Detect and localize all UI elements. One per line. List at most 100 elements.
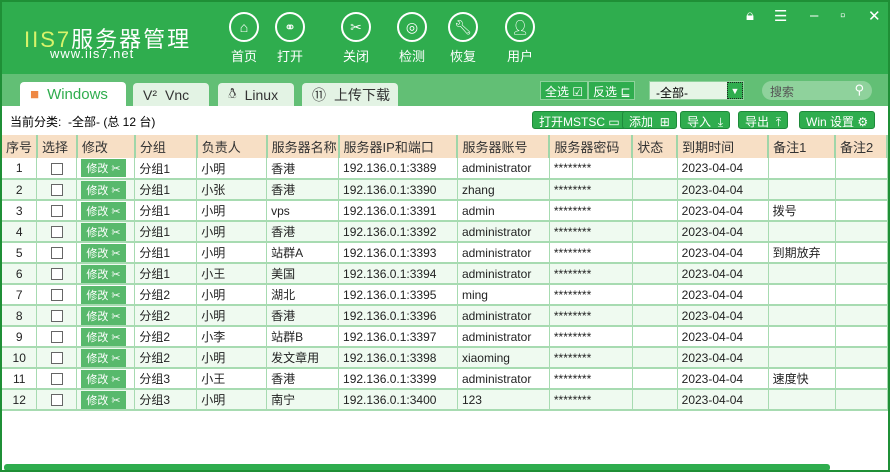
cell: 分组1 <box>134 263 198 285</box>
column-header[interactable]: 服务器名称 <box>266 135 340 158</box>
cell: zhang <box>457 179 550 201</box>
edit-button[interactable]: 修改 ✂ <box>81 159 126 177</box>
row-checkbox[interactable] <box>50 331 63 344</box>
row-checkbox[interactable] <box>50 373 63 386</box>
column-header[interactable]: 服务器IP和端口 <box>338 135 459 158</box>
cell <box>835 284 888 306</box>
column-header[interactable]: 服务器密码 <box>549 135 634 158</box>
edit-button[interactable]: 修改 ✂ <box>81 285 126 303</box>
transfer-icon: ⑪ <box>312 86 326 103</box>
nav-link[interactable]: ⚭ 打开 <box>265 12 315 65</box>
cell: ******** <box>549 368 633 390</box>
edit-button[interactable]: 修改 ✂ <box>81 201 126 219</box>
cell: 192.136.0.1:3395 <box>338 284 458 306</box>
table-row[interactable]: 4 修改 ✂ 分组1 小明 香港 192.136.0.1:3392 administrato… <box>2 221 888 243</box>
cell: 到期放弃 <box>768 242 836 264</box>
row-checkbox[interactable] <box>50 247 63 260</box>
maximize-button[interactable]: ▫ <box>840 7 845 24</box>
column-header[interactable]: 序号 <box>2 135 38 158</box>
nav-wrench[interactable]: 🔧︎ 恢复 <box>438 12 488 65</box>
table-row[interactable]: 2 修改 ✂ 分组1 小张 香港 192.136.0.1:3390 zhang *******… <box>2 179 888 201</box>
edit-button[interactable]: 修改 ✂ <box>81 327 126 345</box>
add-button[interactable]: 添加 ⊞ <box>622 111 677 129</box>
tools-icon: ✂ <box>111 205 121 218</box>
edit-button[interactable]: 修改 ✂ <box>81 264 126 282</box>
export-button[interactable]: 导出 ⤒ <box>738 111 788 129</box>
table-row[interactable]: 9 修改 ✂ 分组2 小李 站群B 192.136.0.1:3397 administrat… <box>2 326 888 348</box>
row-checkbox[interactable] <box>50 184 63 197</box>
table-row[interactable]: 1 修改 ✂ 分组1 小明 香港 192.136.0.1:3389 administrato… <box>2 158 888 180</box>
cell: 香港 <box>266 305 340 327</box>
row-checkbox[interactable] <box>50 394 63 407</box>
select-all-button[interactable]: 全选 ☑ <box>540 81 589 100</box>
close-button[interactable]: ✕ <box>868 7 881 25</box>
search-input[interactable]: 搜索 ⚲ <box>762 81 872 100</box>
edit-button[interactable]: 修改 ✂ <box>81 180 126 198</box>
table-row[interactable]: 8 修改 ✂ 分组2 小明 香港 192.136.0.1:3396 administrato… <box>2 305 888 327</box>
cell: 站群B <box>266 326 340 348</box>
column-header[interactable]: 服务器账号 <box>457 135 551 158</box>
minimize-button[interactable]: – <box>810 7 818 24</box>
group-select[interactable]: -全部- ▼ <box>649 81 744 100</box>
row-checkbox[interactable] <box>50 226 63 239</box>
table-row[interactable]: 10 修改 ✂ 分组2 小明 发文章用 192.136.0.1:3398 xiaoming *… <box>2 347 888 369</box>
edit-button[interactable]: 修改 ✂ <box>81 222 126 240</box>
column-header[interactable]: 状态 <box>632 135 679 158</box>
cell <box>768 305 836 327</box>
cell: administrator <box>457 326 550 348</box>
table-row[interactable]: 7 修改 ✂ 分组2 小明 湖北 192.136.0.1:3395 ming ********… <box>2 284 888 306</box>
edit-button[interactable]: 修改 ✂ <box>81 243 126 261</box>
row-checkbox[interactable] <box>50 162 63 175</box>
cell: ******** <box>549 326 633 348</box>
row-checkbox[interactable] <box>50 268 63 281</box>
tab-Windows[interactable]: ■ Windows <box>20 82 126 106</box>
column-header[interactable]: 修改 <box>76 135 136 158</box>
cell: ******** <box>549 263 633 285</box>
horizontal-scrollbar[interactable] <box>4 464 830 470</box>
edit-button[interactable]: 修改 ✂ <box>81 348 126 366</box>
column-header[interactable]: 分组 <box>134 135 198 158</box>
nav-home[interactable]: ⌂ 首页 <box>219 12 269 65</box>
cell <box>632 389 678 411</box>
cell: 小明 <box>196 158 268 180</box>
edit-button[interactable]: 修改 ✂ <box>81 369 126 387</box>
tab-Linux[interactable]: 🐧︎ Linux <box>218 83 294 106</box>
invert-select-button[interactable]: 反选 ⊑ <box>588 81 636 100</box>
win-settings-button[interactable]: Win 设置 ⚙ <box>799 111 876 129</box>
row-checkbox[interactable] <box>50 205 63 218</box>
tab-上传下载[interactable]: ⑪ 上传下载 <box>302 83 398 106</box>
row-checkbox[interactable] <box>50 310 63 323</box>
cell: 192.136.0.1:3393 <box>338 242 458 264</box>
edit-button[interactable]: 修改 ✂ <box>81 390 126 408</box>
table-row[interactable]: 12 修改 ✂ 分组3 小明 南宁 192.136.0.1:3400 123 ********… <box>2 389 888 411</box>
cell: 123 <box>457 389 550 411</box>
column-header[interactable]: 到期时间 <box>677 135 770 158</box>
tools-icon: ✂ <box>111 352 121 365</box>
row-checkbox[interactable] <box>50 352 63 365</box>
table-row[interactable]: 6 修改 ✂ 分组1 小王 美国 192.136.0.1:3394 administrato… <box>2 263 888 285</box>
tab-Vnc[interactable]: V² Vnc <box>133 83 209 106</box>
cell: ******** <box>549 242 633 264</box>
table-row[interactable]: 11 修改 ✂ 分组3 小王 香港 192.136.0.1:3399 administrat… <box>2 368 888 390</box>
row-checkbox[interactable] <box>50 289 63 302</box>
edit-button[interactable]: 修改 ✂ <box>81 306 126 324</box>
cell <box>768 284 836 306</box>
cell: 分组2 <box>134 305 198 327</box>
nav-user[interactable]: 👤︎ 用户 <box>495 12 545 65</box>
search-icon[interactable]: ⚲ <box>854 82 864 98</box>
cell: 小明 <box>196 347 268 369</box>
chevron-down-icon[interactable]: ▼ <box>727 82 743 99</box>
open-mstsc-button[interactable]: 打开MSTSC ▭ <box>532 111 627 129</box>
column-header[interactable]: 备注2 <box>835 135 888 158</box>
cell: ******** <box>549 305 633 327</box>
table-row[interactable]: 3 修改 ✂ 分组1 小明 vps 192.136.0.1:3391 admin ******… <box>2 200 888 222</box>
menu-icon[interactable]: ☰ <box>774 7 787 25</box>
column-header[interactable]: 选择 <box>36 135 78 158</box>
table-row[interactable]: 5 修改 ✂ 分组1 小明 站群A 192.136.0.1:3393 administrat… <box>2 242 888 264</box>
column-header[interactable]: 负责人 <box>196 135 268 158</box>
column-header[interactable]: 备注1 <box>768 135 837 158</box>
nav-radar[interactable]: ◎ 检测 <box>387 12 437 65</box>
import-button[interactable]: 导入 ⤓ <box>680 111 730 129</box>
lock-icon[interactable]: 🔒︎ <box>746 7 754 24</box>
nav-unlink[interactable]: ✂ 关闭 <box>331 12 381 65</box>
